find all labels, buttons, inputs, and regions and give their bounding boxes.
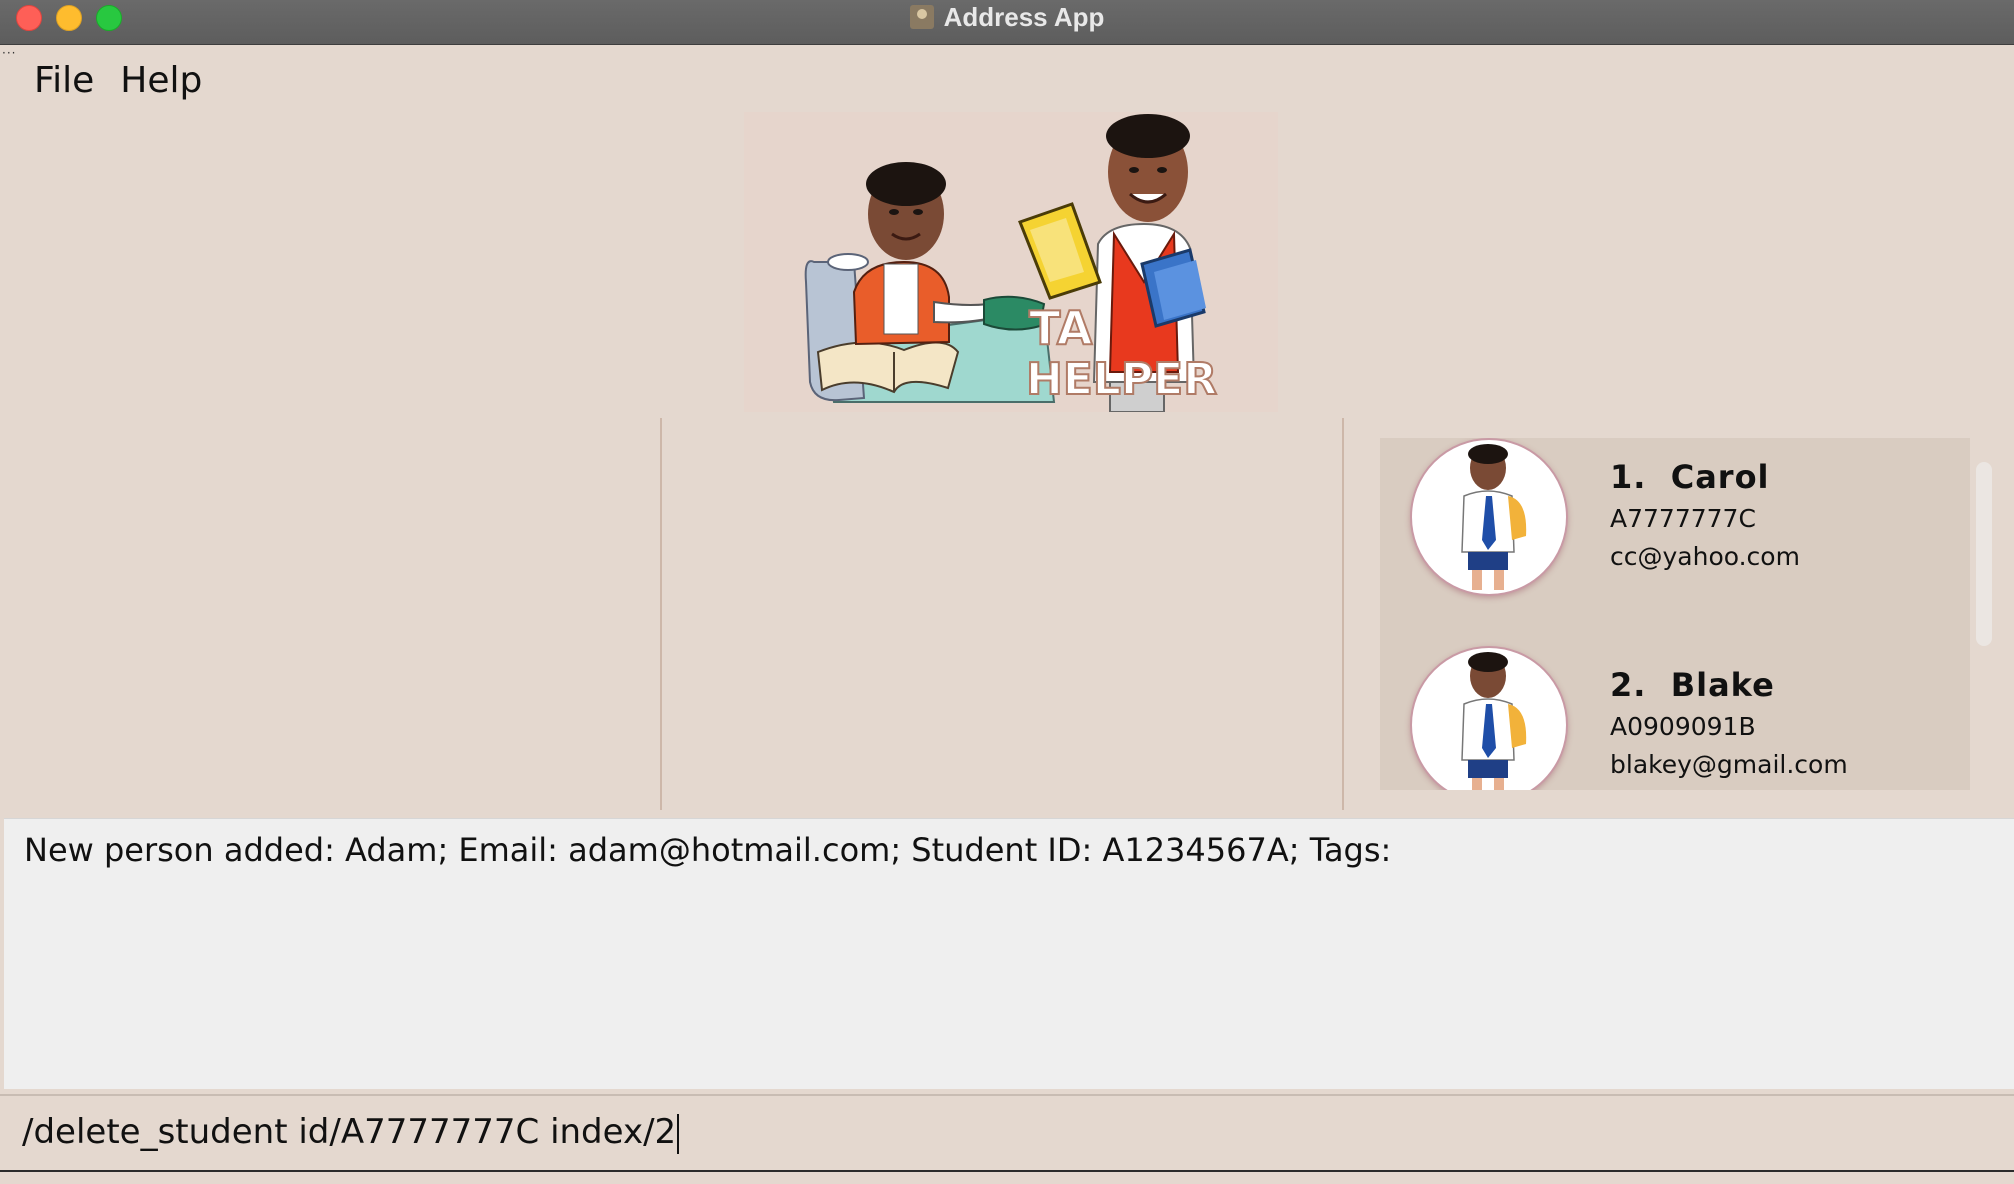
menu-file[interactable]: File — [0, 54, 114, 114]
student-figure-icon — [1461, 652, 1527, 790]
command-box[interactable]: /delete_student id/A7777777C index/2 — [0, 1094, 2014, 1172]
student-list-scrollbar[interactable] — [1976, 462, 1992, 646]
student-id: A7777777C — [1610, 504, 1756, 533]
banner-logo-helper: HELPER — [1026, 354, 1217, 405]
student-name-line: 2. Blake — [1610, 666, 1775, 704]
text-caret — [677, 1113, 680, 1154]
student-avatar — [1410, 438, 1568, 596]
student-card[interactable]: 2. Blake A0909091B blakey@gmail.com — [1380, 646, 1970, 790]
window-titlebar: Address App — [0, 0, 2014, 45]
student-id: A0909091B — [1610, 712, 1756, 741]
app-icon — [909, 5, 934, 29]
student-index: 2. — [1610, 666, 1647, 704]
student-figure-icon — [1461, 444, 1527, 590]
student-index: 1. — [1610, 458, 1647, 496]
student-name: Carol — [1670, 458, 1770, 496]
menu-help[interactable]: Help — [114, 54, 222, 114]
command-input-wrap[interactable]: /delete_student id/A7777777C index/2 — [22, 1112, 680, 1154]
student-card[interactable]: 1. Carol A7777777C cc@yahoo.com — [1380, 438, 1970, 638]
result-display: New person added: Adam; Email: adam@hotm… — [4, 818, 2014, 1089]
student-name: Blake — [1670, 666, 1775, 704]
result-message: New person added: Adam; Email: adam@hotm… — [24, 831, 1392, 869]
window-title: Address App — [943, 1, 1105, 32]
banner-illustration: TA HELPER — [804, 114, 1218, 413]
menu-bar: File Help — [0, 54, 222, 114]
student-avatar — [1410, 646, 1568, 790]
window-title-wrap: Address App — [0, 0, 2014, 34]
student-list[interactable]: 1. Carol A7777777C cc@yahoo.com 2. Blake… — [1380, 438, 1970, 790]
left-panel — [0, 418, 660, 810]
student-name-line: 1. Carol — [1610, 458, 1770, 496]
ta-helper-banner: TA HELPER — [744, 112, 1278, 413]
middle-panel — [662, 418, 1342, 810]
student-email: blakey@gmail.com — [1610, 750, 1848, 779]
panel-divider-right — [1342, 418, 1344, 810]
banner-logo-ta: TA — [1029, 301, 1093, 355]
student-email: cc@yahoo.com — [1610, 542, 1800, 571]
command-input[interactable]: /delete_student id/A7777777C index/2 — [22, 1112, 676, 1152]
